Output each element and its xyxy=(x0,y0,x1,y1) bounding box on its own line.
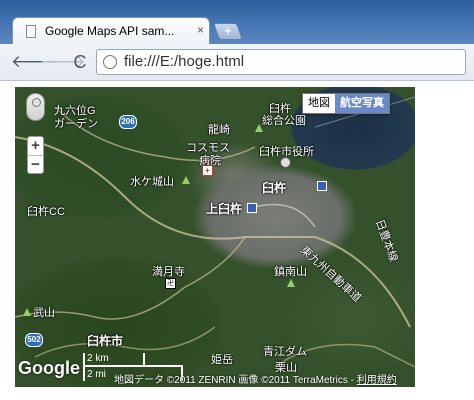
map-type-control: 地図 航空写真 xyxy=(302,93,390,114)
address-bar[interactable]: file:///E:/hoge.html xyxy=(96,49,466,75)
zoom-out-button[interactable]: − xyxy=(28,155,43,174)
map-attribution: 地図データ ©2011 ZENRIN 画像 ©2011 TerraMetrics… xyxy=(114,375,397,386)
street-view-pegman-icon[interactable] xyxy=(26,93,45,121)
temple-icon: 卍 xyxy=(165,278,176,289)
scale-km: 2 km xyxy=(87,353,109,364)
place-label: 鎮南山 xyxy=(274,266,307,278)
place-label: 上臼杵 xyxy=(206,202,243,216)
city-hall-icon xyxy=(280,157,291,168)
tab-title: Google Maps API sam... xyxy=(45,24,175,38)
place-label: 水ケ城山 xyxy=(130,176,174,188)
hospital-icon: + xyxy=(202,165,213,176)
address-url[interactable]: file:///E:/hoge.html xyxy=(124,53,244,70)
tab-close-icon[interactable]: × xyxy=(197,23,204,37)
place-label: 姫岳 xyxy=(211,354,233,366)
mountain-icon xyxy=(287,279,295,287)
mountain-icon xyxy=(23,308,31,316)
browser-titlebar: Google Maps API sam... × + xyxy=(0,0,474,44)
back-button[interactable]: 🡐 xyxy=(11,51,57,73)
place-label: 龍崎 xyxy=(208,124,230,136)
forward-button[interactable]: 🡒 xyxy=(40,51,86,73)
mountain-icon xyxy=(182,176,190,184)
map-type-satellite-button[interactable]: 航空写真 xyxy=(335,94,389,113)
place-label: 総合公園 xyxy=(262,115,306,127)
plus-icon: + xyxy=(224,24,232,38)
place-label: 臼杵 xyxy=(262,181,287,195)
map-type-map-button[interactable]: 地図 xyxy=(303,94,335,113)
google-logo[interactable]: Google xyxy=(18,358,80,379)
place-label: 臼杵市 xyxy=(87,334,124,348)
park-icon xyxy=(255,124,263,132)
route-502-shield: 502 xyxy=(25,333,43,347)
zoom-in-button[interactable]: + xyxy=(28,137,43,155)
new-tab-button[interactable]: + xyxy=(212,23,244,40)
reload-button[interactable]: C xyxy=(69,51,91,73)
browser-toolbar: 🡐 🡒 C file:///E:/hoge.html xyxy=(0,44,474,81)
scale-mi: 2 mi xyxy=(87,369,106,380)
station-icon xyxy=(247,203,257,213)
place-label: ガーデン xyxy=(54,118,98,130)
station-icon xyxy=(317,181,327,191)
place-label: 青江ダム xyxy=(263,346,307,358)
place-label: 武山 xyxy=(33,307,55,319)
terms-link[interactable]: 利用規約 xyxy=(357,375,397,386)
browser-tab[interactable]: Google Maps API sam... × xyxy=(12,17,210,44)
satellite-map[interactable]: + − 地図 航空写真 九六位G ガーデン 206 臼杵 総合公園 龍崎 コスモ… xyxy=(15,87,415,387)
document-icon xyxy=(26,25,36,38)
globe-icon xyxy=(103,55,117,69)
place-label: 満月寺 xyxy=(152,266,185,278)
route-206-shield: 206 xyxy=(119,115,137,129)
place-label: 臼杵CC xyxy=(27,206,65,218)
zoom-control: + − xyxy=(27,136,44,174)
